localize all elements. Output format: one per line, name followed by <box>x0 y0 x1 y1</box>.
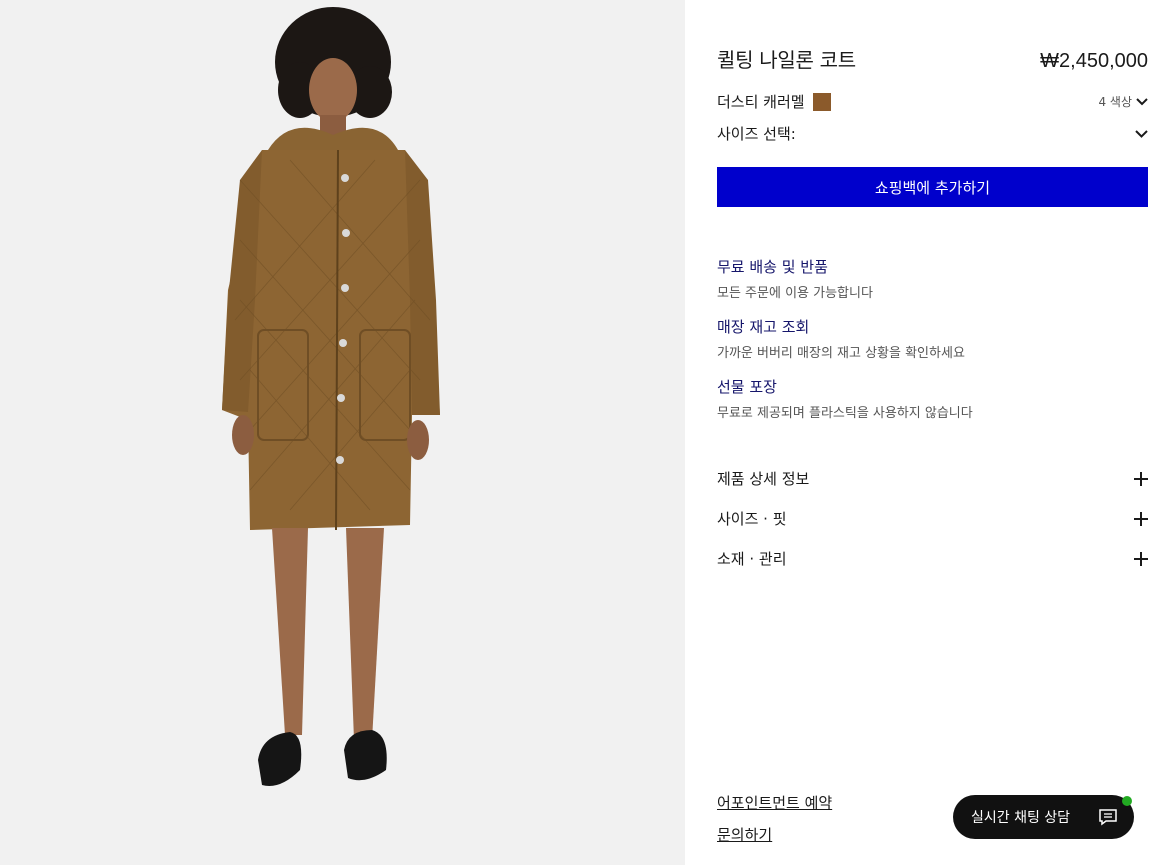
color-selected: 더스티 캐러멜 <box>717 91 831 112</box>
product-info-panel: 퀼팅 나일론 코트 ₩2,450,000 더스티 캐러멜 4 색상 사이즈 선택… <box>717 0 1148 865</box>
plus-icon <box>1134 551 1148 566</box>
title-row: 퀼팅 나일론 코트 ₩2,450,000 <box>717 44 1148 73</box>
accordion-product-details[interactable]: 제품 상세 정보 <box>717 468 1148 489</box>
product-image[interactable] <box>0 0 685 865</box>
accordion-label: 소재 · 관리 <box>717 550 787 568</box>
chat-icon <box>1099 809 1117 826</box>
color-swatch[interactable] <box>812 92 831 111</box>
accordion-label: 제품 상세 정보 <box>717 470 810 488</box>
service-desc: 가까운 버버리 매장의 재고 상황을 확인하세요 <box>717 346 965 361</box>
color-count-label: 4 색상 <box>1098 95 1132 109</box>
service-title-link[interactable]: 선물 포장 <box>717 376 777 397</box>
service-title-link[interactable]: 매장 재고 조회 <box>717 316 809 337</box>
color-name: 더스티 캐러멜 <box>717 93 805 111</box>
plus-icon <box>1134 511 1148 526</box>
plus-icon <box>1134 471 1148 486</box>
service-desc: 무료로 제공되며 플라스틱을 사용하지 않습니다 <box>717 406 973 421</box>
accordion-label: 사이즈 · 핏 <box>717 510 787 528</box>
online-status-dot <box>1122 796 1132 806</box>
live-chat-button[interactable]: 실시간 채팅 상담 <box>953 795 1134 839</box>
color-count-dropdown[interactable]: 4 색상 <box>1098 93 1148 110</box>
model-coat-illustration <box>0 0 685 865</box>
product-title: 퀼팅 나일론 코트 <box>717 48 856 72</box>
accordion-material-care[interactable]: 소재 · 관리 <box>717 548 1148 569</box>
service-title-link[interactable]: 무료 배송 및 반품 <box>717 256 828 277</box>
service-store-stock: 매장 재고 조회 가까운 버버리 매장의 재고 상황을 확인하세요 <box>717 316 1148 361</box>
appointment-link[interactable]: 어포인트먼트 예약 <box>717 792 832 813</box>
accordion-size-fit[interactable]: 사이즈 · 핏 <box>717 508 1148 529</box>
service-free-shipping: 무료 배송 및 반품 모든 주문에 이용 가능합니다 <box>717 256 1148 301</box>
chevron-down-icon <box>1136 97 1148 105</box>
chevron-down-icon <box>1135 129 1148 138</box>
product-price: ₩2,450,000 <box>1040 50 1148 72</box>
size-select[interactable]: 사이즈 선택: <box>717 123 1148 144</box>
size-select-label: 사이즈 선택: <box>717 125 796 143</box>
service-gift-wrap: 선물 포장 무료로 제공되며 플라스틱을 사용하지 않습니다 <box>717 376 1148 421</box>
inquiry-link[interactable]: 문의하기 <box>717 824 772 845</box>
add-to-bag-button[interactable]: 쇼핑백에 추가하기 <box>717 167 1148 207</box>
service-desc: 모든 주문에 이용 가능합니다 <box>717 286 873 301</box>
live-chat-label: 실시간 채팅 상담 <box>971 810 1071 826</box>
color-row: 더스티 캐러멜 4 색상 <box>717 91 1148 112</box>
